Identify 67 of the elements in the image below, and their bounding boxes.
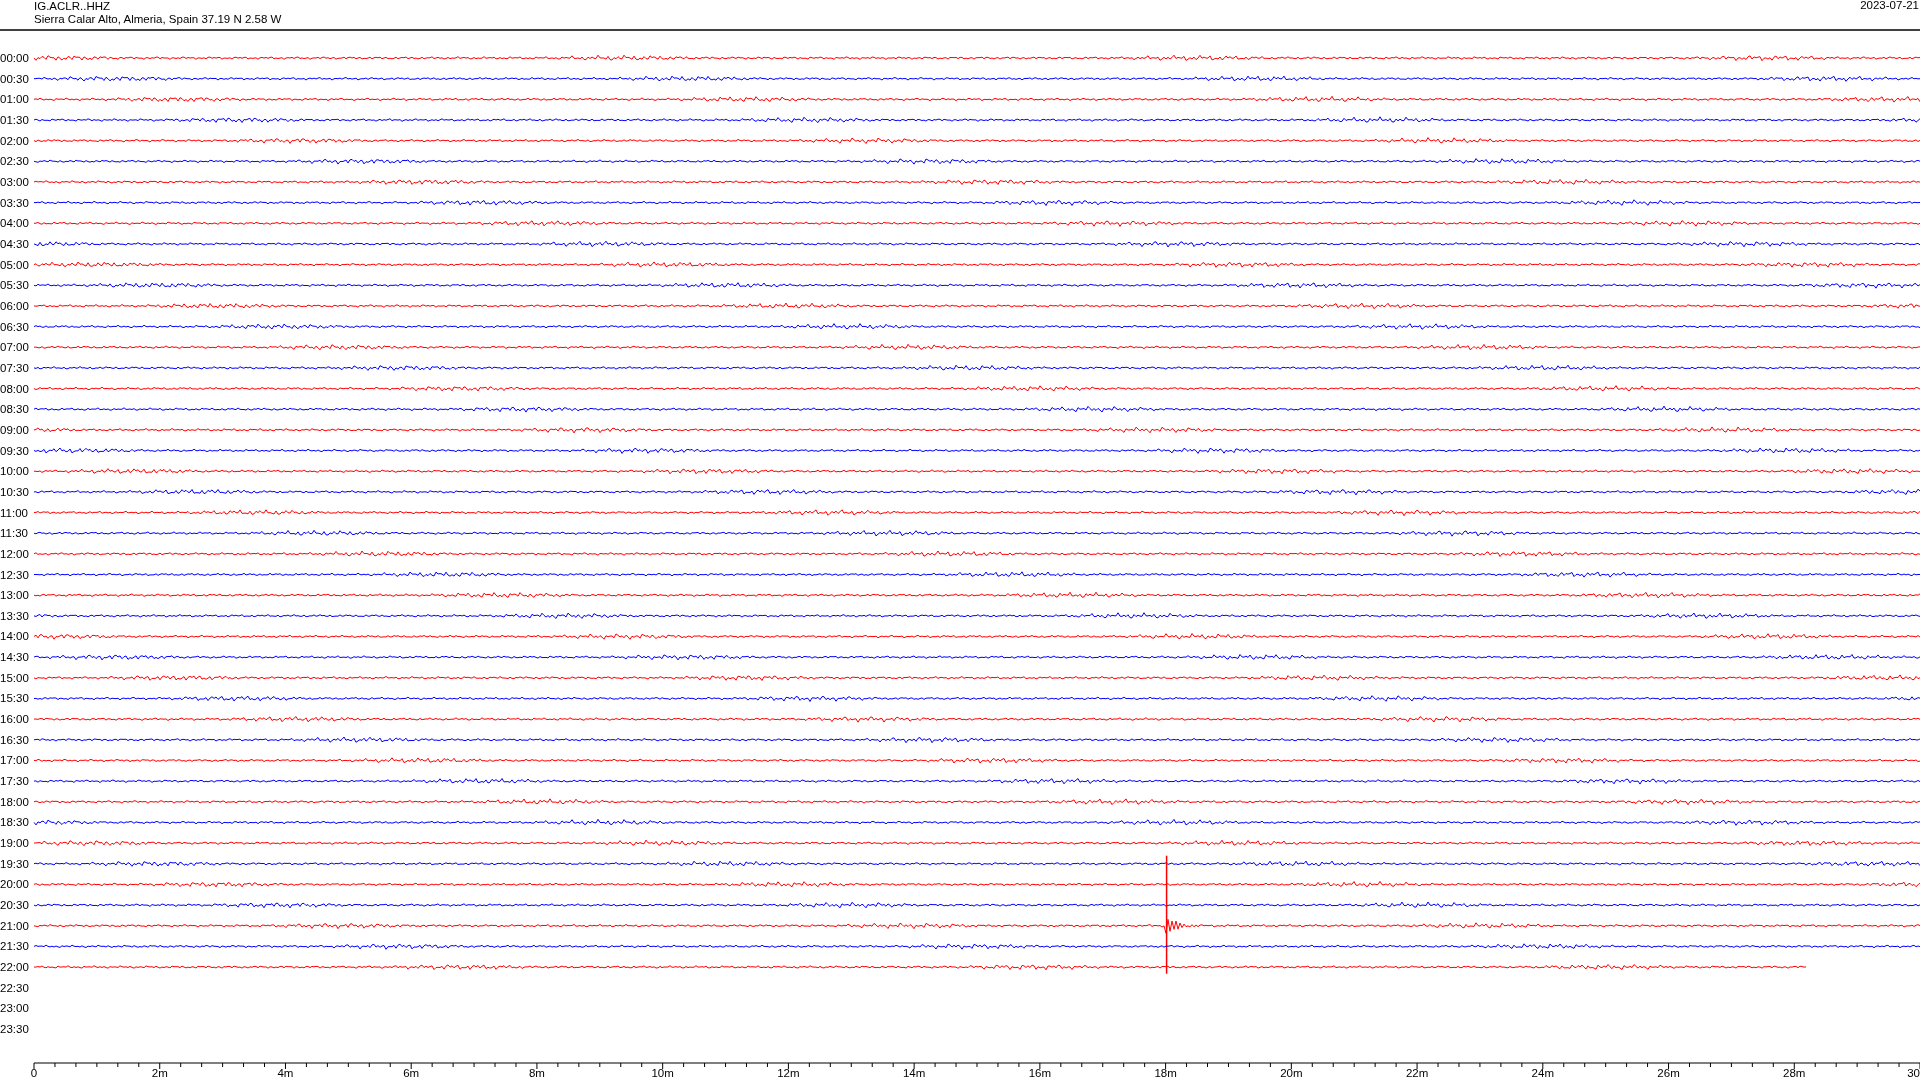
time-label: 20:30	[0, 899, 29, 912]
time-label: 12:00	[0, 547, 29, 560]
time-label: 03:30	[0, 196, 29, 209]
time-label: 05:00	[0, 258, 29, 271]
time-label: 05:30	[0, 279, 29, 292]
axis-label: 30	[1907, 1067, 1920, 1079]
time-label: 19:00	[0, 837, 29, 850]
time-label: 11:30	[0, 527, 28, 540]
time-label: 01:00	[0, 93, 29, 106]
time-label: 10:00	[0, 465, 29, 478]
time-label: 10:30	[0, 485, 29, 498]
axis-label: 0	[30, 1067, 38, 1079]
time-label: 14:30	[0, 651, 29, 664]
time-label: 04:00	[0, 217, 29, 230]
axis-label: 4m	[277, 1067, 294, 1079]
time-label: 13:30	[0, 609, 29, 622]
axis-label: 24m	[1531, 1067, 1554, 1079]
time-label: 18:30	[0, 816, 29, 829]
time-label: 07:30	[0, 361, 29, 374]
time-label: 07:00	[0, 341, 29, 354]
date-label: 2023-07-21	[1860, 0, 1919, 11]
axis-label: 16m	[1028, 1067, 1052, 1079]
time-label: 23:30	[0, 1023, 29, 1035]
time-label: 14:00	[0, 630, 29, 643]
time-label: 16:30	[0, 733, 29, 746]
time-label: 01:30	[0, 114, 29, 126]
axis-label: 22m	[1405, 1067, 1429, 1079]
time-label: 18:00	[0, 795, 29, 808]
axis-label: 8m	[528, 1067, 545, 1079]
time-label: 03:00	[0, 175, 29, 188]
axis-label: 20m	[1280, 1067, 1303, 1079]
axis-label: 18m	[1154, 1067, 1177, 1079]
axis-label: 10m	[651, 1067, 674, 1079]
time-label: 20:00	[0, 878, 29, 891]
time-label: 09:30	[0, 444, 29, 457]
axis-label: 28m	[1783, 1067, 1806, 1079]
time-label: 15:00	[0, 671, 29, 684]
time-label: 06:00	[0, 299, 29, 312]
station-code: IG.ACLR..HHZ	[34, 0, 111, 12]
axis-label: 12m	[777, 1067, 800, 1079]
time-label: 02:00	[0, 134, 29, 147]
time-label: 17:30	[0, 775, 29, 788]
time-label: 12:30	[0, 568, 29, 581]
time-label: 23:00	[0, 1002, 29, 1015]
time-label: 02:30	[0, 155, 29, 168]
time-label: 06:30	[0, 320, 29, 333]
time-label: 00:30	[0, 72, 29, 85]
time-label: 15:30	[0, 692, 29, 705]
time-label: 09:00	[0, 423, 29, 436]
time-label: 08:00	[0, 382, 29, 395]
axis-label: 14m	[902, 1067, 926, 1079]
time-label: 21:30	[0, 940, 29, 953]
station-location: Sierra Calar Alto, Almeria, Spain 37.19 N 2.58 W	[34, 13, 282, 25]
time-label: 22:00	[0, 961, 29, 974]
axis-label: 2m	[151, 1067, 168, 1079]
time-label: 04:30	[0, 237, 29, 250]
time-label: 17:00	[0, 754, 29, 767]
time-label: 21:00	[0, 919, 29, 932]
time-label: 08:30	[0, 403, 29, 416]
axis-label: 6m	[403, 1067, 420, 1079]
time-label: 22:30	[0, 981, 29, 994]
time-label: 19:30	[0, 857, 29, 870]
time-label: 13:00	[0, 589, 29, 602]
time-label: 16:00	[0, 713, 29, 726]
time-label: 11:00	[0, 506, 28, 519]
time-label: 00:00	[0, 52, 29, 64]
axis-label: 26m	[1657, 1067, 1680, 1079]
